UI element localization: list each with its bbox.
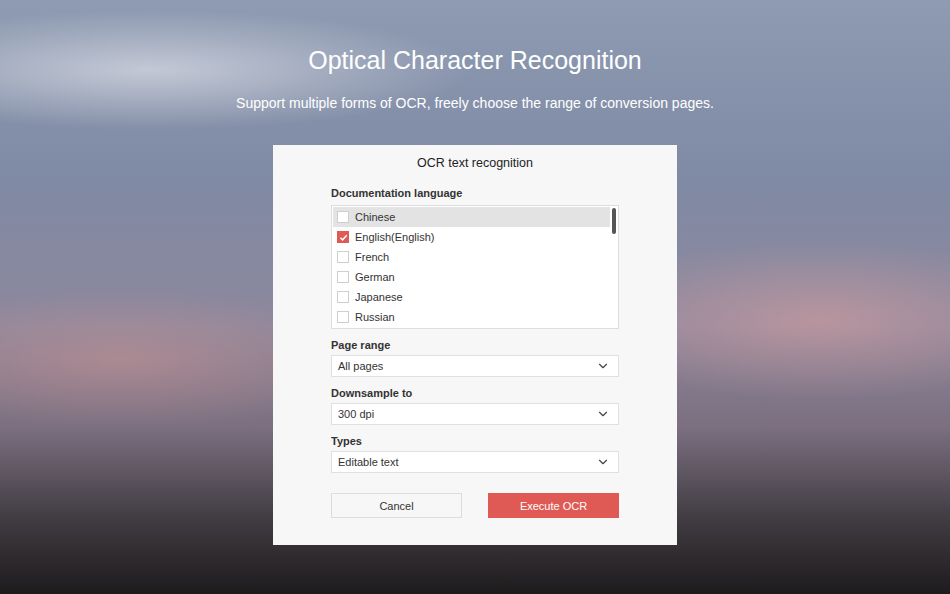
button-row: Cancel Execute OCR [331,493,619,518]
field-label: Types [331,434,619,448]
dialog-title: OCR text recognition [331,154,619,172]
language-row[interactable]: German [333,267,610,287]
language-row[interactable]: French [333,247,610,267]
scrollbar-thumb[interactable] [612,208,616,234]
checkbox[interactable] [337,211,349,223]
chevron-down-icon [596,455,610,469]
select-value: 300 dpi [338,408,374,420]
language-label: French [355,251,389,263]
language-row[interactable]: Japanese [333,287,610,307]
cancel-button[interactable]: Cancel [331,493,462,518]
ocr-dialog: OCR text recognition Documentation langua… [273,145,677,545]
field-label: Page range [331,338,619,352]
chevron-down-icon [596,407,610,421]
checkbox[interactable] [337,231,349,243]
language-label: German [355,271,395,283]
language-label: English(English) [355,231,434,243]
field-group: Downsample to 300 dpi [331,377,619,425]
field-group: Types Editable text [331,425,619,473]
checkbox[interactable] [337,311,349,323]
field-select[interactable]: All pages [331,355,619,377]
language-label: Chinese [355,211,395,223]
language-row[interactable]: Chinese [333,207,610,227]
field-select[interactable]: 300 dpi [331,403,619,425]
checkbox[interactable] [337,271,349,283]
field-label: Downsample to [331,386,619,400]
checkbox[interactable] [337,251,349,263]
language-label: Documentation language [331,186,619,200]
language-list[interactable]: Chinese English(English) French German Japan… [331,205,619,329]
page-subtitle: Support multiple forms of OCR, freely ch… [236,94,714,112]
language-row[interactable]: English(English) [333,227,610,247]
select-value: Editable text [338,456,399,468]
checkbox[interactable] [337,291,349,303]
check-icon [339,233,348,242]
select-value: All pages [338,360,383,372]
execute-button[interactable]: Execute OCR [488,493,619,518]
chevron-down-icon [596,359,610,373]
language-label: Russian [355,311,395,323]
ocr-page: Optical Character Recognition Support mul… [0,0,950,594]
field-select[interactable]: Editable text [331,451,619,473]
page-title: Optical Character Recognition [308,44,642,76]
language-row[interactable]: Russian [333,307,610,327]
language-label: Japanese [355,291,403,303]
field-group: Page range All pages [331,329,619,377]
